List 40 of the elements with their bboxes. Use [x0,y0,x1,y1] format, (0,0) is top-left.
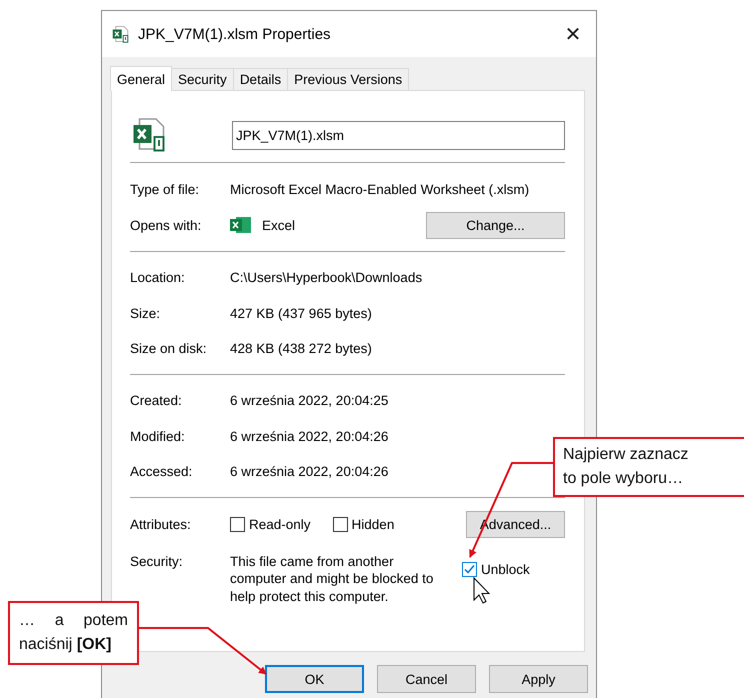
field-label: Type of file: [130,182,200,196]
field-value: C:\Users\Hyperbook\Downloads [230,270,422,285]
field-label: Size on disk: [130,341,208,356]
field-value: Microsoft Excel Macro-Enabled Worksheet (.xlsm) [230,182,530,196]
field-value: 6 września 2022, 20:04:26 [230,428,388,444]
field-label: Modified: [130,428,186,444]
window-title: JPK_V7M(1).xlsm Properties [138,26,332,42]
tab[interactable]: Security [171,68,234,90]
field-label: Size: [130,306,162,320]
callout-note: Najpierw zaznacz to pole wyboru… [553,437,744,497]
excel-file-icon [112,25,130,43]
checkbox-label: Unblock [481,560,530,578]
field-label: Attributes: [130,516,192,532]
dialog-button[interactable]: OK [265,665,364,693]
checkbox-label: Hidden [352,516,394,532]
field-label: Opens with: [130,218,202,232]
field-label: Security: [130,552,184,571]
field-label: Location: [130,270,186,285]
callout-note: … a potem naciśnij [OK] [8,601,139,665]
excel-app-icon [230,216,252,234]
field-value: Excel [262,218,296,232]
field-value: 6 września 2022, 20:04:25 [230,393,388,408]
field-label: Accessed: [130,464,194,479]
tab[interactable]: Previous Versions [287,68,410,90]
checkbox[interactable] [462,562,477,577]
file-name-field[interactable]: JPK_V7M(1).xlsm [232,120,565,150]
change-button[interactable]: Change... [426,212,565,238]
checkbox-label: Read-only [249,516,311,532]
field-value: 427 KB (437 965 bytes) [230,306,372,320]
field-label: Created: [130,393,183,408]
dialog-button[interactable]: Cancel [377,665,476,693]
close-button[interactable]: ✕ [550,11,596,57]
field-value: 6 września 2022, 20:04:26 [230,464,388,479]
tab[interactable]: General [110,66,172,91]
mouse-cursor-icon [474,576,490,604]
checkbox[interactable] [332,516,348,532]
field-value: 428 KB (438 272 bytes) [230,341,372,356]
dialog-button[interactable]: Apply [489,665,588,693]
checkbox[interactable] [230,516,245,532]
security-message: This file came from another computer and might be blocked to help protect this computer. [230,552,434,605]
